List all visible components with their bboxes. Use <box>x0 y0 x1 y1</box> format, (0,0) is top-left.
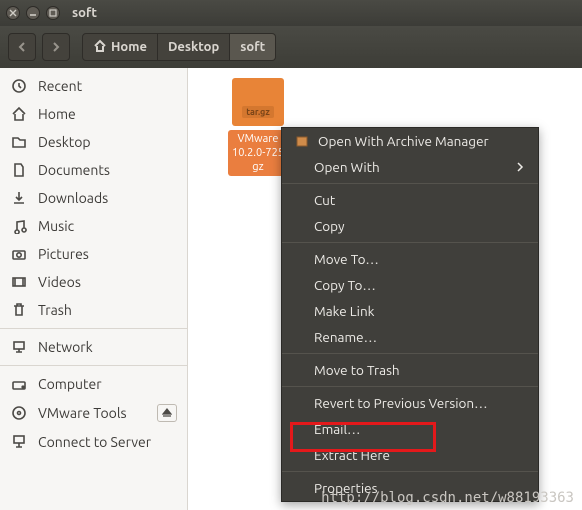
network-icon <box>10 339 28 355</box>
toolbar: Home Desktop soft <box>0 26 582 68</box>
menu-separator <box>282 471 538 472</box>
sidebar-item-label: Recent <box>38 78 82 94</box>
disk-icon <box>10 376 28 392</box>
sidebar-item-label: Music <box>38 218 74 234</box>
sidebar-item-label: Home <box>38 106 76 122</box>
sidebar-item-connect-server[interactable]: Connect to Server <box>0 428 187 456</box>
eject-button[interactable] <box>157 404 177 422</box>
menu-open-with[interactable]: Open With <box>282 154 538 180</box>
sidebar-item-label: Computer <box>38 376 102 392</box>
submenu-arrow-icon <box>516 159 524 175</box>
menu-item-label: Copy To… <box>314 277 376 293</box>
archive-manager-icon <box>294 134 310 148</box>
sidebar-item-label: Pictures <box>38 246 89 262</box>
video-icon <box>10 274 28 290</box>
menu-item-label: Open With Archive Manager <box>318 133 489 149</box>
watermark: http://blog.csdn.net/w88193363 <box>321 490 574 506</box>
menu-item-label: Cut <box>314 192 335 208</box>
menu-item-label: Rename… <box>314 329 377 345</box>
cd-icon <box>10 405 28 421</box>
menu-move-to-trash[interactable]: Move to Trash <box>282 357 538 383</box>
menu-open-with-archive-manager[interactable]: Open With Archive Manager <box>282 128 538 154</box>
music-icon <box>10 218 28 234</box>
sidebar-item-label: Downloads <box>38 190 108 206</box>
camera-icon <box>10 246 28 262</box>
menu-item-label: Copy <box>314 218 345 234</box>
menu-separator <box>282 183 538 184</box>
menu-separator <box>282 386 538 387</box>
menu-item-label: Make Link <box>314 303 374 319</box>
sidebar-item-label: Documents <box>38 162 110 178</box>
context-menu: Open With Archive Manager Open With Cut … <box>281 127 539 502</box>
sidebar-item-label: VMware Tools <box>38 405 127 421</box>
menu-separator <box>282 353 538 354</box>
trash-icon <box>10 302 28 318</box>
archive-icon: tar.gz <box>232 78 284 126</box>
path-label: soft <box>240 40 265 54</box>
sidebar-item-home[interactable]: Home <box>0 100 187 128</box>
file-name: VMware 10.2.0-725 gz <box>228 130 288 176</box>
path-label: Home <box>111 40 147 54</box>
menu-move-to[interactable]: Move To… <box>282 246 538 272</box>
home-icon <box>10 106 28 122</box>
sidebar-separator <box>0 328 187 329</box>
menu-copy[interactable]: Copy <box>282 213 538 239</box>
clock-icon <box>10 78 28 94</box>
sidebar-item-label: Videos <box>38 274 81 290</box>
file-icon <box>10 162 28 178</box>
home-icon <box>93 39 107 56</box>
sidebar-item-music[interactable]: Music <box>0 212 187 240</box>
sidebar-item-label: Network <box>38 339 93 355</box>
menu-cut[interactable]: Cut <box>282 187 538 213</box>
sidebar-item-downloads[interactable]: Downloads <box>0 184 187 212</box>
menu-item-label: Email… <box>314 421 360 437</box>
sidebar-item-label: Trash <box>38 302 72 318</box>
sidebar-item-network[interactable]: Network <box>0 333 187 361</box>
sidebar-item-label: Desktop <box>38 134 91 150</box>
path-segment-current[interactable]: soft <box>230 33 276 61</box>
window-titlebar: soft <box>0 0 582 26</box>
menu-item-label: Move to Trash <box>314 362 400 378</box>
sidebar-item-recent[interactable]: Recent <box>0 72 187 100</box>
menu-item-label: Open With <box>314 159 380 175</box>
menu-item-label: Extract Here <box>314 447 390 463</box>
path-segment-home[interactable]: Home <box>82 33 158 61</box>
sidebar-separator <box>0 365 187 366</box>
menu-rename[interactable]: Rename… <box>282 324 538 350</box>
sidebar: Recent Home Desktop Documents Downloads … <box>0 68 188 510</box>
download-icon <box>10 190 28 206</box>
folder-icon <box>10 134 28 150</box>
server-icon <box>10 434 28 450</box>
menu-copy-to[interactable]: Copy To… <box>282 272 538 298</box>
sidebar-item-documents[interactable]: Documents <box>0 156 187 184</box>
sidebar-item-pictures[interactable]: Pictures <box>0 240 187 268</box>
sidebar-item-desktop[interactable]: Desktop <box>0 128 187 156</box>
nav-forward-button[interactable] <box>42 33 70 61</box>
path-segment-desktop[interactable]: Desktop <box>158 33 230 61</box>
path-label: Desktop <box>168 40 219 54</box>
menu-item-label: Revert to Previous Version… <box>314 395 488 411</box>
breadcrumb: Home Desktop soft <box>82 33 276 61</box>
nav-back-button[interactable] <box>8 33 36 61</box>
menu-separator <box>282 242 538 243</box>
sidebar-item-trash[interactable]: Trash <box>0 296 187 324</box>
menu-extract-here[interactable]: Extract Here <box>282 442 538 468</box>
menu-make-link[interactable]: Make Link <box>282 298 538 324</box>
sidebar-item-label: Connect to Server <box>38 434 151 450</box>
window-maximize-button[interactable] <box>46 6 60 20</box>
menu-email[interactable]: Email… <box>282 416 538 442</box>
menu-item-label: Move To… <box>314 251 379 267</box>
window-minimize-button[interactable] <box>26 6 40 20</box>
sidebar-item-videos[interactable]: Videos <box>0 268 187 296</box>
window-title: soft <box>72 6 97 20</box>
window-close-button[interactable] <box>6 6 20 20</box>
menu-revert-previous-version[interactable]: Revert to Previous Version… <box>282 390 538 416</box>
archive-badge: tar.gz <box>242 106 274 118</box>
sidebar-item-computer[interactable]: Computer <box>0 370 187 398</box>
sidebar-item-vmware-tools[interactable]: VMware Tools <box>0 398 187 428</box>
